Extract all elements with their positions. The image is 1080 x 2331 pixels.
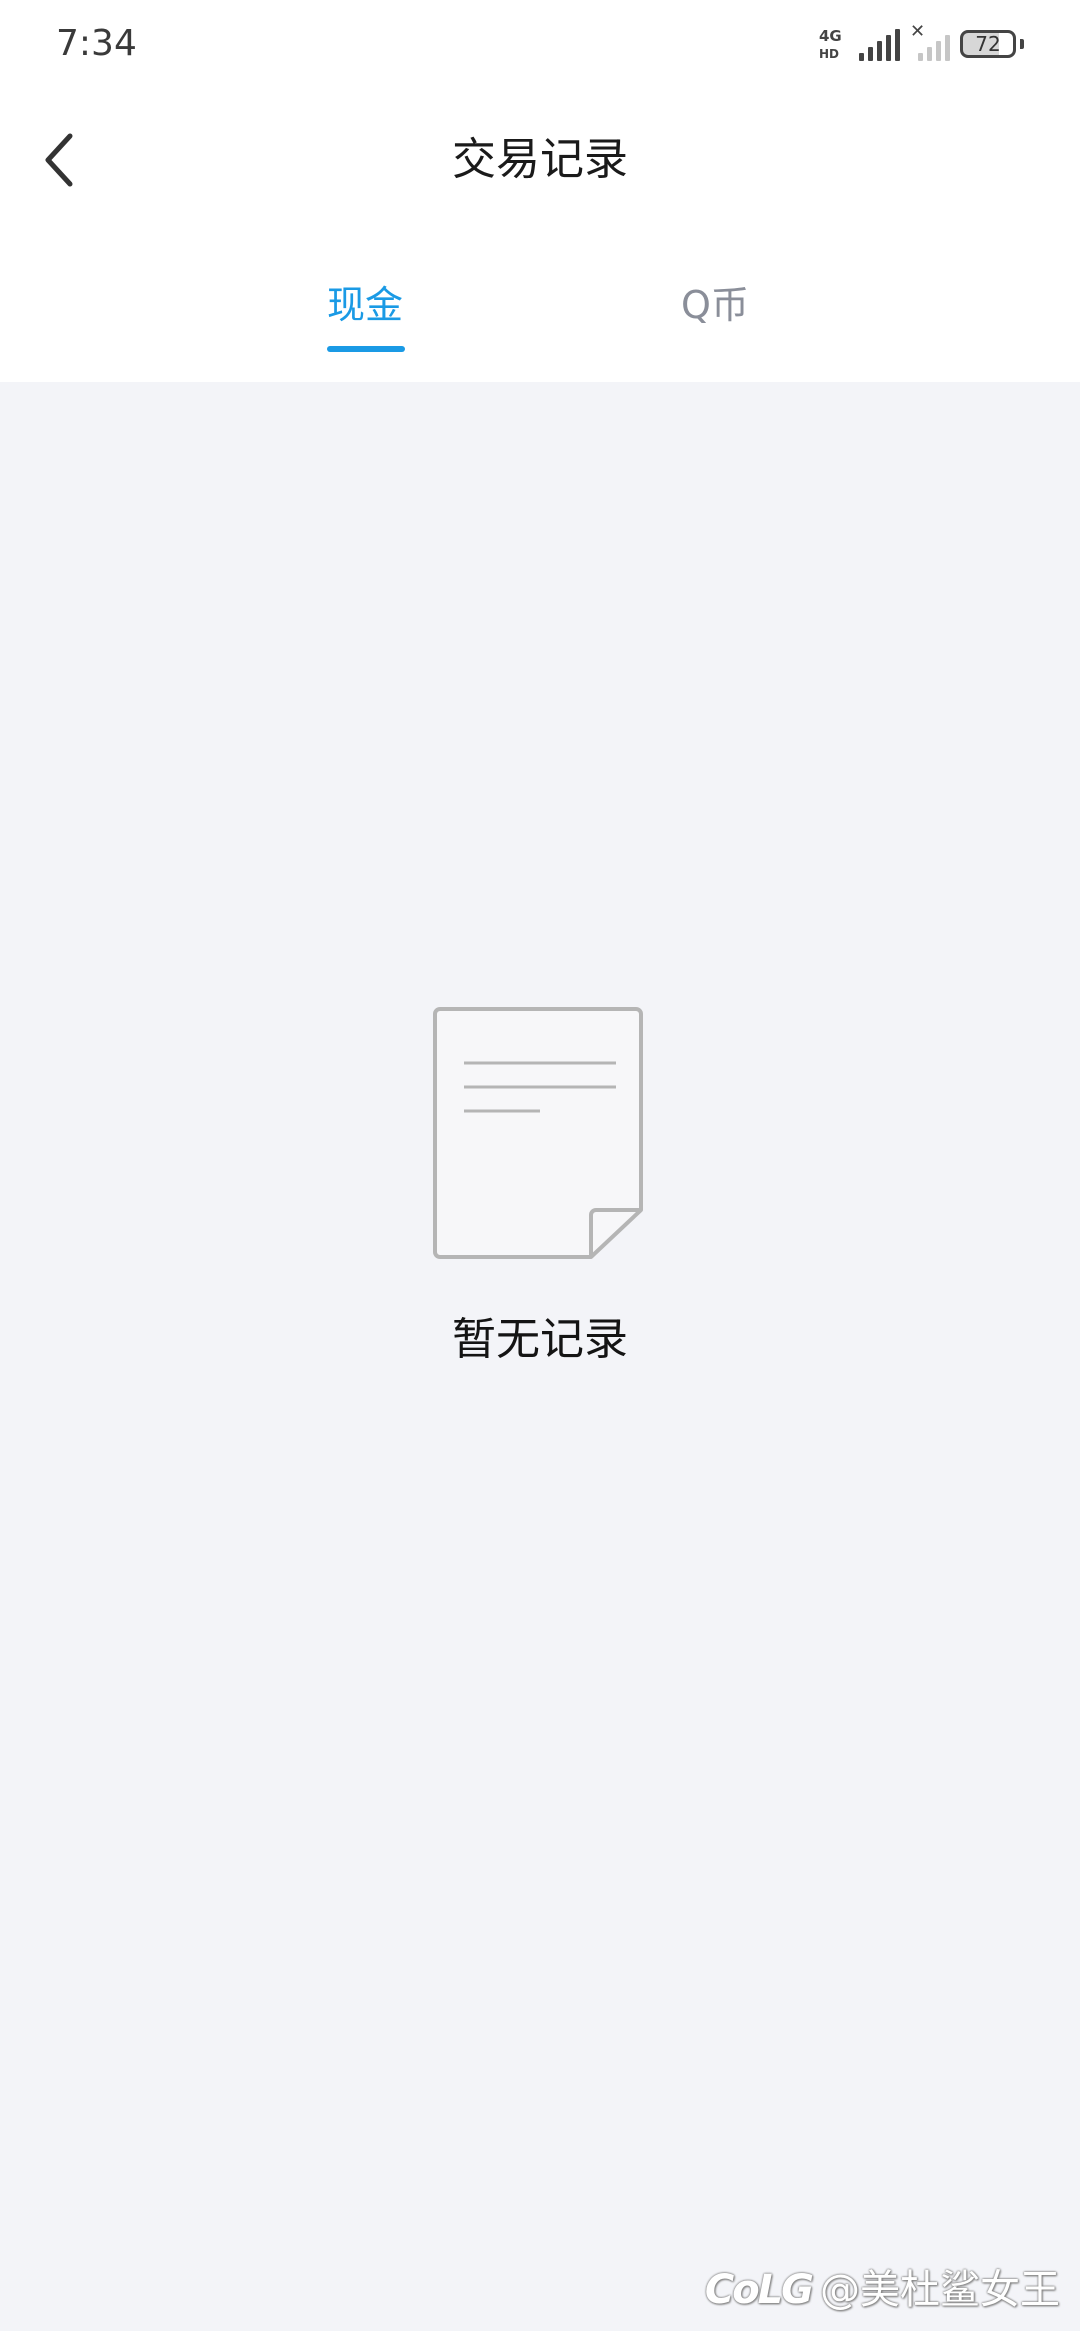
status-icons: 4G HD ✕ 72 (819, 21, 1024, 64)
network-type: 4G HD (819, 27, 849, 62)
tab-cash[interactable]: 现金 (300, 280, 430, 330)
page-title: 交易记录 (452, 134, 628, 185)
tab-bar: 现金 Q币 (0, 270, 1080, 382)
watermark-text: @美杜鲨女王 (820, 2267, 1060, 2313)
top-panel: 7:34 4G HD ✕ 72 交易记录 现金 Q币 (0, 0, 1080, 382)
battery-icon: 72 (960, 30, 1016, 58)
empty-message: 暂无记录 (452, 1314, 628, 1365)
network-type-label: 4G (819, 27, 842, 45)
tab-qcoin[interactable]: Q币 (650, 280, 780, 330)
signal-strength-icon (859, 27, 900, 61)
battery-level: 72 (975, 32, 1001, 56)
document-icon (432, 1006, 648, 1264)
watermark-logo: CoLG (704, 2267, 814, 2313)
no-signal-icon: ✕ (910, 21, 950, 61)
watermark: CoLG @美杜鲨女王 (705, 2265, 1060, 2315)
network-sub-label: HD (819, 47, 840, 61)
active-tab-indicator (327, 346, 405, 352)
battery-cap (1020, 39, 1024, 49)
status-time: 7:34 (56, 23, 137, 64)
